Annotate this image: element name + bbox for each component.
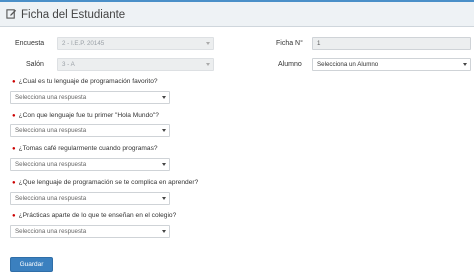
chevron-down-icon: [162, 230, 166, 233]
encuesta-value: 2 - I.E.P. 20145: [62, 40, 105, 47]
alumno-value: Selecciona un Alumno: [317, 61, 379, 68]
question-3-label: ● ¿Tomas café regularmente cuando program…: [12, 145, 158, 152]
question-4-label: ● ¿Que lenguaje de programación se te com…: [12, 179, 199, 186]
alumno-label: Alumno: [278, 61, 302, 68]
salon-select[interactable]: 3 - A: [57, 58, 214, 71]
alumno-select[interactable]: Selecciona un Alumno: [312, 58, 471, 71]
question-4-select[interactable]: Selecciona una respuesta: [10, 192, 170, 205]
save-button[interactable]: Guardar: [10, 257, 53, 272]
chevron-down-icon: [162, 96, 166, 99]
question-4-text: ¿Que lenguaje de programación se te comp…: [18, 179, 199, 186]
chevron-down-icon: [206, 42, 210, 45]
question-1-label: ● ¿Cual es tu lenguaje de programación fa…: [12, 78, 158, 85]
encuesta-select[interactable]: 2 - I.E.P. 20145: [57, 37, 214, 50]
chevron-down-icon: [162, 197, 166, 200]
question-1-select[interactable]: Selecciona una respuesta: [10, 91, 170, 104]
header-title-group: Ficha del Estudiante: [6, 6, 125, 24]
question-5-select[interactable]: Selecciona una respuesta: [10, 225, 170, 238]
encuesta-label: Encuesta: [15, 40, 45, 47]
edit-icon: [6, 6, 21, 24]
question-5-label: ● ¿Prácticas aparte de lo que te enseñan …: [12, 212, 177, 219]
ficha-value: 1: [317, 40, 321, 47]
question-3-text: ¿Tomas café regularmente cuando programa…: [18, 145, 158, 152]
question-2-label: ● ¿Con que lenguaje fue tu primer "Hola M…: [12, 112, 159, 119]
page-title: Ficha del Estudiante: [21, 9, 126, 21]
page-header: Ficha del Estudiante: [0, 0, 474, 27]
question-2-select[interactable]: Selecciona una respuesta: [10, 124, 170, 137]
question-5-text: ¿Prácticas aparte de lo que te enseñan e…: [18, 212, 177, 219]
chevron-down-icon: [162, 129, 166, 132]
header-accent-bar: [0, 0, 474, 2]
question-3-placeholder: Selecciona una respuesta: [15, 161, 87, 168]
salon-label: Salón: [26, 61, 44, 68]
question-4-placeholder: Selecciona una respuesta: [15, 195, 87, 202]
chevron-down-icon: [162, 163, 166, 166]
ficha-label: Ficha N°: [276, 40, 303, 47]
chevron-down-icon: [206, 63, 210, 66]
question-2-placeholder: Selecciona una respuesta: [15, 127, 87, 134]
salon-value: 3 - A: [62, 61, 75, 68]
question-2-text: ¿Con que lenguaje fue tu primer "Hola Mu…: [18, 112, 159, 119]
question-5-placeholder: Selecciona una respuesta: [15, 228, 87, 235]
ficha-number-field: 1: [312, 37, 471, 50]
question-1-placeholder: Selecciona una respuesta: [15, 94, 87, 101]
question-1-text: ¿Cual es tu lenguaje de programación fav…: [18, 78, 158, 85]
question-3-select[interactable]: Selecciona una respuesta: [10, 158, 170, 171]
chevron-down-icon: [463, 63, 467, 66]
